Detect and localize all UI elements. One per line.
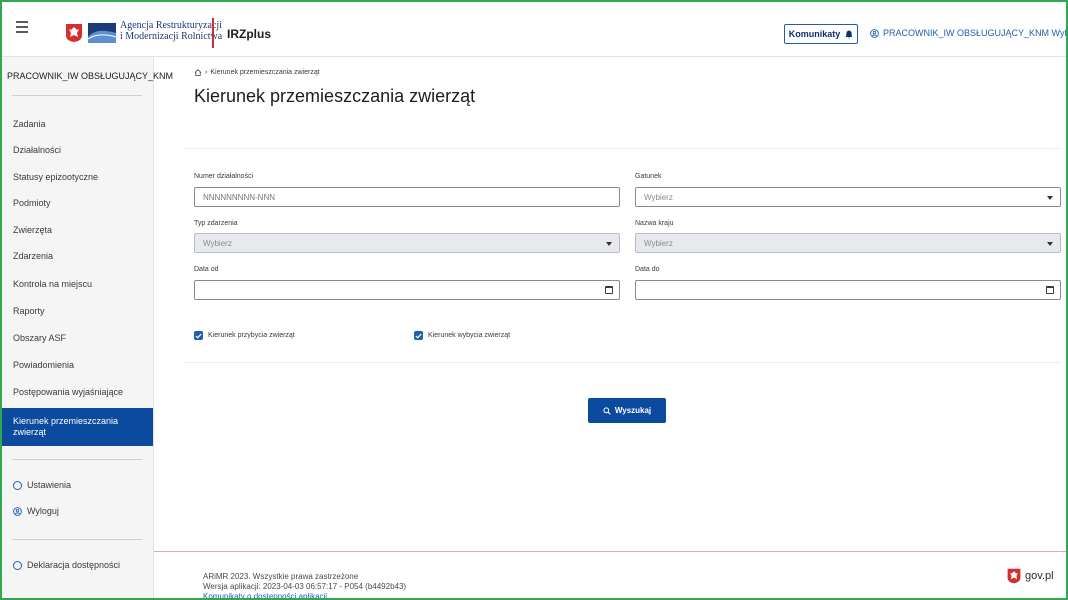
sidebar-item-label: Statusy epizootyczne [13, 172, 99, 182]
gatunek-label: Gatunek [635, 173, 662, 180]
footer-version: Wersja aplikacji: 2023-04-03 06:57:17 - … [203, 582, 407, 591]
poland-emblem-icon [66, 24, 82, 42]
agency-name: Agencja Restrukturyzacji i Modernizacji … [120, 20, 222, 42]
user-icon [13, 506, 22, 516]
data-od-label: Data od [194, 266, 219, 273]
app-title: IRZplus [227, 27, 271, 41]
announcements-button[interactable]: Komunikaty [784, 24, 858, 44]
announcements-label: Komunikaty [788, 29, 841, 39]
breadcrumb-current: Kierunek przemieszczania zwierząt [210, 69, 320, 76]
agency-name-line2: i Modernizacji Rolnictwa [120, 31, 223, 42]
data-do-label: Data do [635, 266, 660, 273]
checkbox-przybycia-label: Kierunek przybycia zwierząt [208, 332, 295, 339]
sidebar-item-kontrola[interactable]: Kontrola na miejscu [2, 271, 153, 297]
bell-icon [845, 30, 853, 38]
data-od-input[interactable] [194, 280, 620, 300]
sidebar-item-label: Powiadomienia [13, 360, 75, 370]
sidebar: PRACOWNIK_IW OBSŁUGUJĄCY_KNM Zadania Dzi… [2, 57, 173, 598]
sidebar-item-label: Kontrola na miejscu [13, 279, 93, 289]
sidebar-item-statusy[interactable]: Statusy epizootyczne [2, 164, 153, 190]
sidebar-item-obszary-asf[interactable]: Obszary ASF [2, 325, 153, 351]
chevron-down-icon [1047, 196, 1053, 200]
chevron-down-icon [1047, 242, 1053, 246]
sidebar-item-zadania[interactable]: Zadania [2, 111, 153, 137]
gatunek-value: Wybierz [644, 192, 673, 202]
sidebar-item-accessibility[interactable]: Deklaracja dostępności [2, 552, 153, 578]
section-divider [183, 362, 1061, 363]
sidebar-item-kierunek[interactable]: Kierunek przemieszczania zwierząt [2, 408, 153, 446]
user-icon [870, 28, 879, 38]
breadcrumb: › Kierunek przemieszczania zwierząt [194, 69, 320, 76]
data-do-input[interactable] [635, 280, 1061, 300]
checkbox-wybycia-label: Kierunek wybycia zwierząt [428, 332, 511, 339]
top-header: Agencja Restrukturyzacji i Modernizacji … [2, 2, 1066, 57]
kraj-select[interactable]: Wybierz [635, 233, 1061, 253]
agency-name-line1: Agencja Restrukturyzacji [120, 20, 222, 31]
user-logout-text: PRACOWNIK_IW OBSŁUGUJĄCY_KNM Wyloguj [883, 28, 1068, 38]
checkmark-icon [414, 331, 423, 340]
sidebar-item-label: Deklaracja dostępności [27, 560, 121, 570]
sidebar-item-powiadomienia[interactable]: Powiadomienia [2, 352, 153, 378]
gov-pl-logo[interactable]: gov.pl [1006, 568, 1054, 584]
footer-accessibility-link[interactable]: Komunikaty o dostępności aplikacji [203, 592, 327, 598]
sidebar-item-label: Raporty [13, 306, 45, 316]
gear-icon [13, 480, 22, 490]
sidebar-item-label: Podmioty [13, 198, 51, 208]
sidebar-item-logout[interactable]: Wyloguj [2, 498, 153, 524]
sidebar-item-postepowania[interactable]: Postępowania wyjaśniające [2, 379, 153, 405]
sidebar-item-label: Kierunek przemieszczania zwierząt [13, 416, 119, 437]
search-button[interactable]: Wyszukaj [588, 398, 666, 423]
calendar-icon[interactable] [605, 286, 613, 294]
sidebar-divider [12, 539, 142, 540]
sidebar-item-label: Zadania [13, 119, 46, 129]
calendar-icon[interactable] [1046, 286, 1054, 294]
numer-label: Numer działalności [194, 173, 254, 180]
poland-emblem-icon [1007, 568, 1021, 584]
accessibility-icon [13, 560, 22, 570]
checkmark-icon [194, 331, 203, 340]
sidebar-item-label: Obszary ASF [13, 333, 67, 343]
numer-input[interactable] [194, 187, 620, 207]
sidebar-item-label: Zwierzęta [13, 225, 53, 235]
arimr-logo-icon [88, 23, 116, 43]
sidebar-item-podmioty[interactable]: Podmioty [2, 190, 153, 216]
sidebar-user-name: PRACOWNIK_IW OBSŁUGUJĄCY_KNM [7, 71, 174, 81]
gatunek-select[interactable]: Wybierz [635, 187, 1061, 207]
page-title: Kierunek przemieszczania zwierząt [194, 86, 476, 106]
sidebar-item-label: Zdarzenia [13, 251, 54, 261]
chevron-down-icon [606, 242, 612, 246]
search-icon [603, 406, 611, 415]
footer-divider [154, 551, 1066, 552]
menu-icon[interactable] [16, 21, 28, 33]
kraj-value: Wybierz [644, 238, 673, 248]
typ-label: Typ zdarzenia [194, 220, 238, 227]
kraj-label: Nazwa kraju [635, 220, 674, 227]
breadcrumb-separator: › [205, 69, 208, 76]
header-separator [212, 18, 214, 48]
sidebar-item-label: Postępowania wyjaśniające [13, 387, 124, 397]
sidebar-item-label: Wyloguj [27, 506, 59, 516]
typ-value: Wybierz [203, 238, 232, 248]
sidebar-divider [12, 95, 142, 96]
app-frame: Agencja Restrukturyzacji i Modernizacji … [0, 0, 1068, 600]
sidebar-item-dzialalnosci[interactable]: Działalności [2, 137, 153, 163]
search-button-label: Wyszukaj [614, 406, 652, 415]
typ-select[interactable]: Wybierz [194, 233, 620, 253]
sidebar-divider [12, 459, 142, 460]
user-logout-link[interactable]: PRACOWNIK_IW OBSŁUGUJĄCY_KNM Wyloguj [870, 28, 1068, 38]
sidebar-item-zdarzenia[interactable]: Zdarzenia [2, 243, 153, 269]
home-icon[interactable] [194, 69, 202, 76]
checkbox-przybycia[interactable]: Kierunek przybycia zwierząt [194, 331, 295, 340]
footer-copyright: ARiMR 2023. Wszystkie prawa zastrzeżone [203, 572, 359, 581]
sidebar-item-settings[interactable]: Ustawienia [2, 472, 153, 498]
sidebar-item-raporty[interactable]: Raporty [2, 298, 153, 324]
section-divider [183, 148, 1061, 149]
sidebar-item-zwierzeta[interactable]: Zwierzęta [2, 217, 153, 243]
gov-pl-text: gov.pl [1025, 570, 1054, 582]
checkbox-wybycia[interactable]: Kierunek wybycia zwierząt [414, 331, 510, 340]
sidebar-item-label: Ustawienia [27, 480, 72, 490]
sidebar-item-label: Działalności [13, 145, 62, 155]
